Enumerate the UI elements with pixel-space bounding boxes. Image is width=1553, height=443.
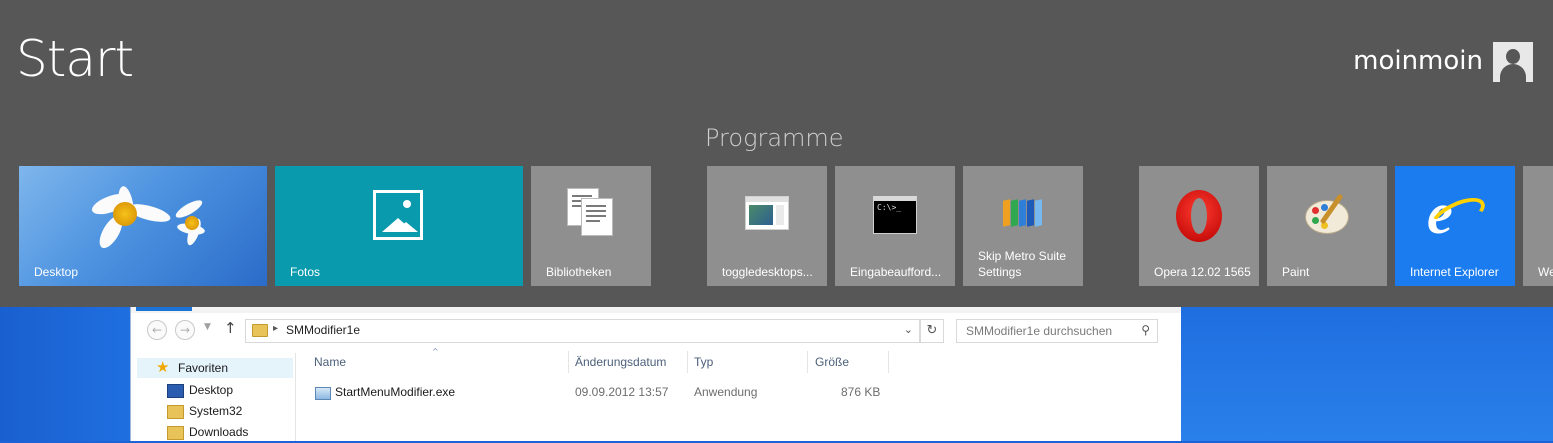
cmd-prompt-text: C:\>_ [877, 203, 902, 212]
window-icon [745, 196, 789, 230]
start-title: Start [16, 30, 134, 88]
tile-label: Desktop [34, 265, 79, 279]
tile-label: toggledesktops... [722, 265, 813, 279]
skip-metro-icon [1003, 199, 1043, 227]
tile-toggledesktops[interactable]: toggledesktops... [707, 166, 827, 286]
column-header-date[interactable]: Änderungsdatum [575, 355, 666, 369]
nav-item-label: System32 [189, 404, 243, 418]
tile-label: We [1538, 265, 1553, 279]
navigation-pane: ★ Favoriten Desktop System32 Downloads [131, 353, 296, 441]
file-type: Anwendung [694, 385, 758, 399]
address-dropdown-icon[interactable]: ⌄ [904, 323, 913, 336]
daisy-center [113, 202, 137, 226]
folder-icon [252, 324, 268, 337]
desktop-icon [167, 384, 184, 398]
libraries-icon [567, 188, 615, 236]
column-divider[interactable] [568, 351, 569, 373]
recent-locations-dropdown-icon[interactable]: ▼ [204, 322, 211, 332]
file-size: 876 KB [841, 385, 881, 399]
tile-label: Opera 12.02 1565 [1154, 265, 1251, 279]
paint-icon [1303, 192, 1353, 236]
tile-label: Paint [1282, 265, 1310, 279]
tile-internet-explorer[interactable]: e Internet Explorer [1395, 166, 1515, 286]
downloads-folder-icon [167, 426, 184, 440]
file-explorer-window: ← → ▼ ↑ ▸ SMModifier1e ⌄ ↻ SMModifier1e … [130, 307, 1181, 441]
internet-explorer-icon: e [1426, 181, 1490, 246]
daisy-center [185, 216, 199, 230]
tile-label-line2: Settings [978, 265, 1022, 279]
document-page [581, 198, 613, 236]
group-title[interactable]: Programme [705, 124, 844, 152]
tile-desktop[interactable]: Desktop [19, 166, 267, 286]
column-header-size[interactable]: Größe [815, 355, 849, 369]
sort-ascending-icon: ^ [432, 347, 439, 356]
user-avatar-icon[interactable] [1493, 42, 1533, 82]
tile-label: Eingabeaufford... [850, 265, 942, 279]
tile-skip-metro-suite[interactable]: Skip Metro Suite Settings [963, 166, 1083, 286]
opera-icon [1176, 190, 1222, 242]
user-name[interactable]: moinmoin [1353, 46, 1483, 76]
command-prompt-icon: C:\>_ [873, 196, 917, 234]
column-divider[interactable] [888, 351, 889, 373]
column-divider[interactable] [687, 351, 688, 373]
column-header-name[interactable]: Name [314, 355, 346, 369]
star-icon: ★ [156, 359, 170, 376]
tile-fotos[interactable]: Fotos [275, 166, 523, 286]
column-header-type[interactable]: Typ [694, 355, 713, 369]
photos-icon [373, 190, 423, 240]
file-name: StartMenuModifier.exe [335, 385, 456, 399]
table-row[interactable]: StartMenuModifier.exe 09.09.2012 13:57 A… [296, 383, 1181, 403]
desktop-right-area [1180, 307, 1553, 441]
tile-bibliotheken[interactable]: Bibliotheken [531, 166, 651, 286]
address-path[interactable]: SMModifier1e [286, 323, 360, 337]
address-bar[interactable]: ▸ SMModifier1e ⌄ [245, 319, 920, 343]
nav-item-label: Desktop [189, 383, 234, 397]
refresh-icon[interactable]: ↻ [920, 319, 944, 343]
tile-label: Skip Metro Suite Settings [978, 248, 1066, 280]
tile-paint[interactable]: Paint [1267, 166, 1387, 286]
nav-item-label: Favoriten [178, 361, 229, 375]
nav-item-label: Downloads [189, 425, 249, 439]
column-divider[interactable] [807, 351, 808, 373]
search-input[interactable]: SMModifier1e durchsuchen ⚲ [956, 319, 1158, 343]
avatar-body [1500, 64, 1526, 82]
tile-label-line1: Skip Metro Suite [978, 249, 1067, 263]
address-bar-row: ← → ▼ ↑ ▸ SMModifier1e ⌄ ↻ SMModifier1e … [131, 317, 1181, 343]
sun-icon [403, 200, 411, 208]
tile-partial[interactable]: We [1523, 166, 1553, 286]
mountain-shape [394, 222, 418, 232]
file-tab-accent[interactable] [136, 307, 192, 311]
file-list: ^ Name Änderungsdatum Typ Größe StartMen… [296, 347, 1181, 441]
up-arrow-icon[interactable]: ↑ [224, 319, 237, 337]
tile-label: Bibliotheken [546, 265, 612, 279]
search-icon[interactable]: ⚲ [1141, 323, 1150, 337]
folder-icon [167, 405, 184, 419]
start-screen: Start moinmoin Programme Desktop Fotos B… [0, 0, 1553, 307]
tile-eingabeaufforderung[interactable]: C:\>_ Eingabeaufford... [835, 166, 955, 286]
avatar-head [1506, 49, 1520, 64]
forward-arrow-icon[interactable]: → [175, 320, 195, 340]
ribbon-edge [131, 307, 1181, 313]
search-placeholder: SMModifier1e durchsuchen [966, 324, 1113, 338]
back-arrow-icon[interactable]: ← [147, 320, 167, 340]
file-date: 09.09.2012 13:57 [575, 385, 669, 399]
tile-label: Fotos [290, 265, 321, 279]
tile-opera[interactable]: Opera 12.02 1565 [1139, 166, 1259, 286]
tile-label: Internet Explorer [1410, 265, 1499, 279]
application-icon [315, 387, 331, 400]
breadcrumb-chevron-icon[interactable]: ▸ [273, 323, 278, 334]
desktop-left-area [0, 307, 130, 441]
